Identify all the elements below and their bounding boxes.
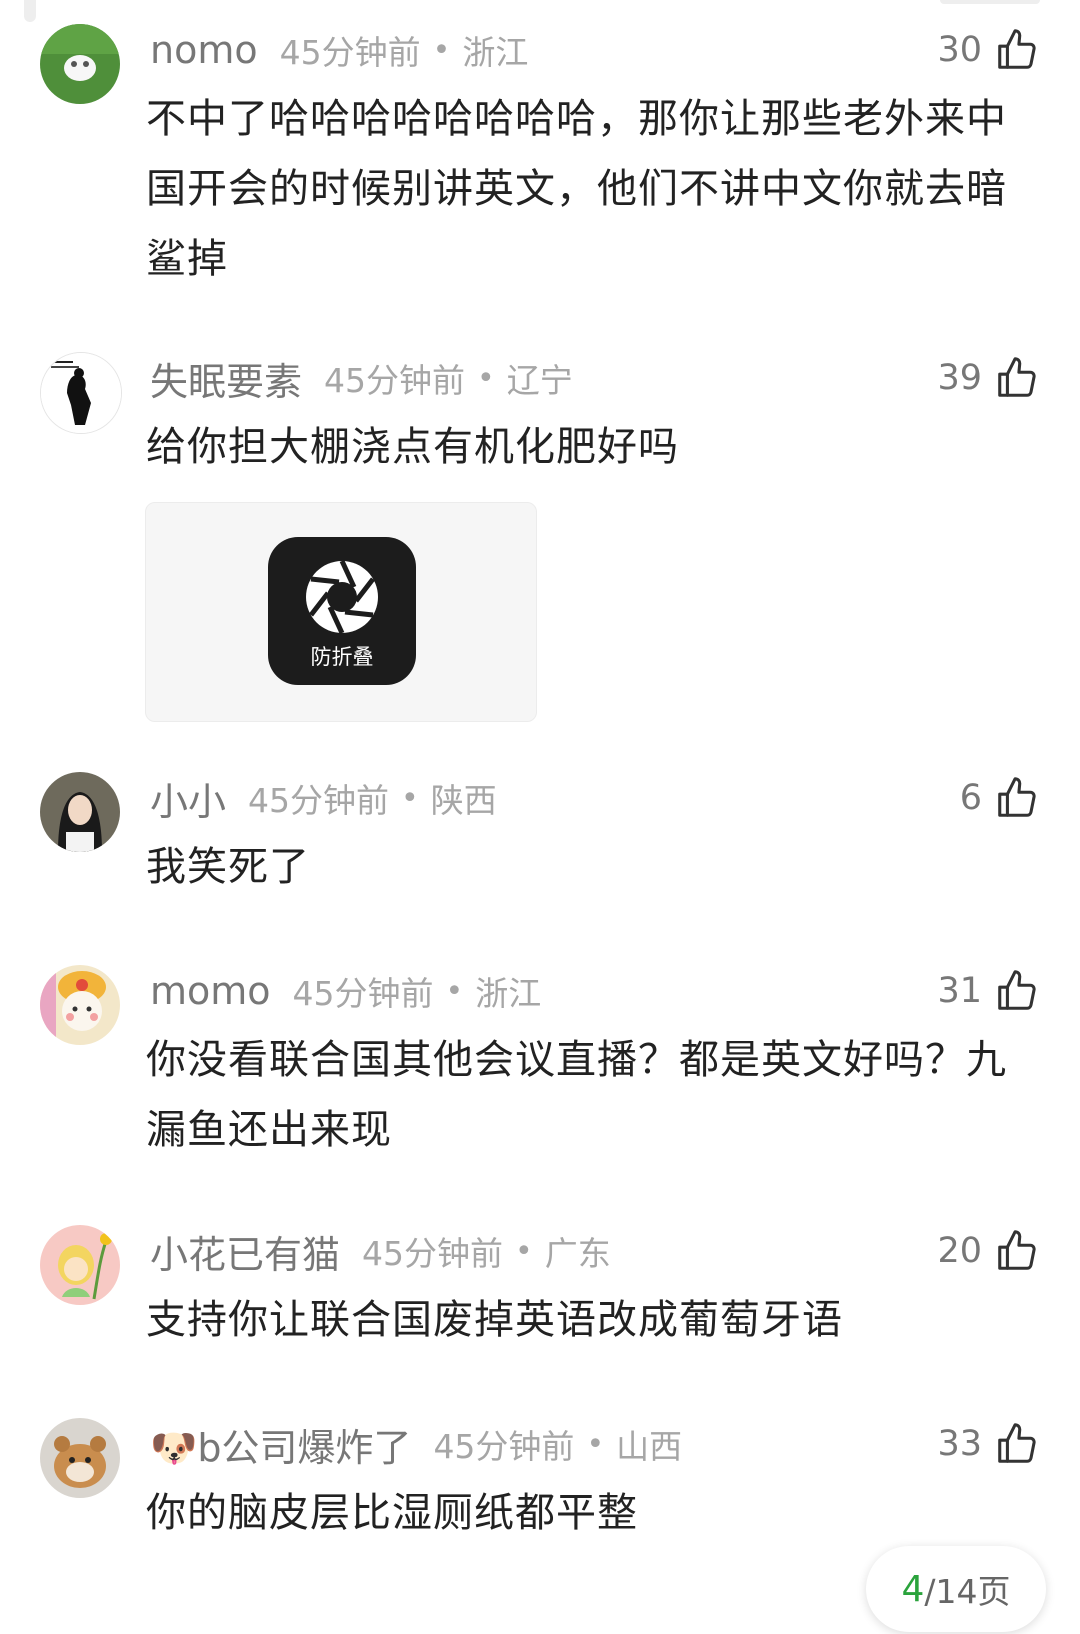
comment-text: 我笑死了 — [146, 844, 310, 890]
username[interactable]: 🐶b公司爆炸了 — [150, 1417, 411, 1472]
avatar[interactable] — [40, 24, 120, 104]
like-count: 31 — [937, 971, 982, 1011]
comment-image[interactable]: 防折叠 — [145, 502, 537, 722]
page-total: /14页 — [924, 1572, 1011, 1611]
thumbs-up-icon — [998, 970, 1036, 1010]
comment-meta: 小小 45分钟前 • 陕西 — [150, 770, 497, 826]
comment-text: 你的脑皮层比湿厕纸都平整 — [146, 1490, 638, 1536]
separator-dot: • — [586, 1426, 605, 1462]
page-current: 4 — [901, 1568, 925, 1610]
avatar[interactable] — [40, 1225, 120, 1305]
thumbs-up-icon — [998, 29, 1036, 69]
username[interactable]: 失眠要素 — [150, 351, 302, 406]
app-icon-label: 防折叠 — [310, 645, 374, 669]
scroll-edge — [24, 0, 36, 22]
location: 辽宁 — [506, 361, 573, 400]
avatar[interactable] — [40, 772, 120, 852]
username[interactable]: momo — [150, 969, 271, 1013]
location: 山西 — [616, 1427, 683, 1466]
comment-meta: 失眠要素 45分钟前 • 辽宁 — [150, 350, 573, 406]
avatar[interactable] — [40, 352, 122, 434]
camera-aperture-icon: 防折叠 — [268, 537, 416, 685]
thumbs-up-icon — [998, 777, 1036, 817]
location: 浙江 — [475, 974, 542, 1013]
location: 浙江 — [462, 33, 529, 72]
username[interactable]: 小小 — [150, 771, 226, 826]
timestamp: 45分钟前 — [433, 1427, 575, 1466]
separator-dot: • — [445, 973, 464, 1009]
like-count: 6 — [959, 778, 982, 818]
location: 广东 — [544, 1234, 611, 1273]
comment-meta: 🐶b公司爆炸了 45分钟前 • 山西 — [150, 1416, 682, 1472]
thumbs-up-icon — [998, 1423, 1036, 1463]
timestamp: 45分钟前 — [292, 974, 434, 1013]
like-count: 20 — [937, 1231, 982, 1271]
comment-text: 你没看联合国其他会议直播？都是英文好吗？九漏鱼还出来现 — [146, 1037, 1007, 1153]
like-count: 33 — [937, 1424, 982, 1464]
thumbs-up-icon — [998, 1230, 1036, 1270]
like-button[interactable]: 33 — [937, 1416, 1040, 1472]
comment-meta: nomo 45分钟前 • 浙江 — [150, 22, 528, 78]
comment-text: 给你担大棚浇点有机化肥好吗 — [146, 424, 679, 470]
like-button[interactable]: 6 — [960, 770, 1040, 826]
timestamp: 45分钟前 — [248, 781, 390, 820]
separator-dot: • — [432, 32, 451, 68]
separator-dot: • — [401, 780, 419, 816]
username[interactable]: 小花已有猫 — [150, 1224, 340, 1279]
comment-text: 支持你让联合国废掉英语改成葡萄牙语 — [146, 1297, 843, 1343]
like-count: 39 — [937, 358, 982, 398]
comment-text: 不中了哈哈哈哈哈哈哈哈，那你让那些老外来中国开会的时候别讲英文，他们不讲中文你就… — [146, 96, 1007, 282]
location: 陕西 — [430, 781, 497, 820]
like-button[interactable]: 20 — [937, 1223, 1040, 1279]
thumbs-up-icon — [998, 357, 1036, 397]
avatar[interactable] — [40, 965, 120, 1045]
page-indicator[interactable]: 4 /14页 — [866, 1546, 1046, 1632]
comment-meta: 小花已有猫 45分钟前 • 广东 — [150, 1223, 611, 1279]
scroll-edge-right — [940, 0, 1040, 4]
username[interactable]: nomo — [150, 28, 258, 72]
like-button[interactable]: 31 — [937, 963, 1040, 1019]
separator-dot: • — [477, 360, 495, 396]
like-button[interactable]: 30 — [937, 22, 1040, 78]
separator-dot: • — [515, 1233, 533, 1269]
like-button[interactable]: 39 — [937, 350, 1040, 406]
avatar[interactable] — [40, 1418, 120, 1498]
like-count: 30 — [937, 30, 982, 70]
timestamp: 45分钟前 — [362, 1234, 504, 1273]
comment-meta: momo 45分钟前 • 浙江 — [150, 963, 541, 1019]
timestamp: 45分钟前 — [324, 361, 466, 400]
timestamp: 45分钟前 — [279, 33, 421, 72]
